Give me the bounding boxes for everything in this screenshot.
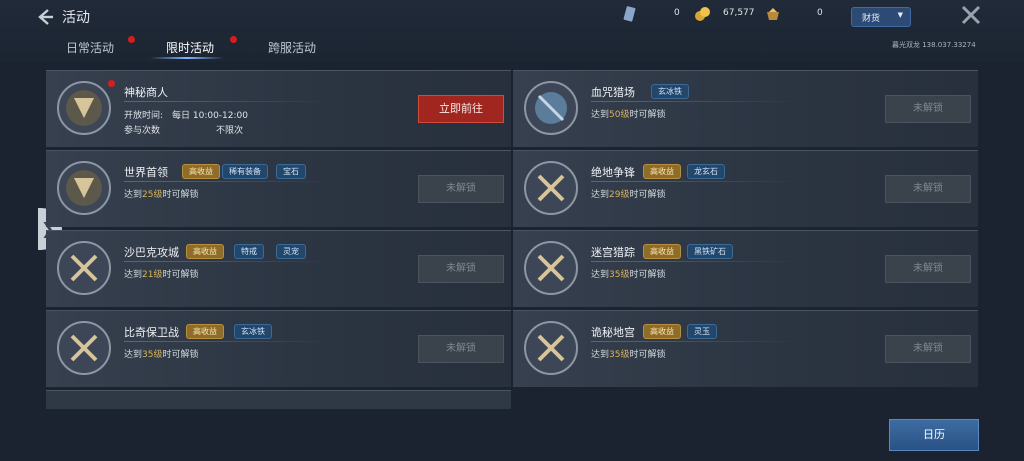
currency-dropdown[interactable]: 财货 ▼ [851, 7, 911, 27]
back-arrow-icon[interactable] [34, 6, 56, 28]
tab-limited[interactable]: 限时活动 [166, 39, 214, 56]
divider [591, 181, 801, 182]
divider [124, 261, 334, 262]
unlock-requirement: 达到35级时可解锁 [591, 350, 666, 360]
tag: 高收益 [186, 244, 224, 259]
activity-name: 诡秘地宫 [591, 326, 635, 339]
open-time-label: 开放时间: [124, 111, 164, 121]
card-red-dot [108, 80, 115, 87]
activity-list: 神秘商人 开放时间: 每日 10:00-12:00 参与次数 不限次 立即前往 … [46, 70, 979, 408]
activity-card-battle[interactable]: 绝地争锋 高收益 龙玄石 达到29级时可解锁 未解锁 [513, 150, 978, 227]
tag: 龙玄石 [687, 164, 725, 179]
unlock-requirement: 达到35级时可解锁 [591, 270, 666, 280]
locked-button[interactable]: 未解锁 [885, 175, 971, 203]
ticket-icon [622, 6, 638, 22]
activity-name: 神秘商人 [124, 86, 168, 99]
crossed-swords-icon [56, 320, 112, 376]
locked-button[interactable]: 未解锁 [418, 335, 504, 363]
tab-daily[interactable]: 日常活动 [66, 39, 114, 56]
unlock-requirement: 达到50级时可解锁 [591, 110, 666, 120]
activity-name: 血咒猎场 [591, 86, 635, 99]
open-time-value: 每日 10:00-12:00 [172, 111, 248, 121]
activity-card-defense[interactable]: 比奇保卫战 高收益 玄冰铁 达到35级时可解锁 未解锁 [46, 310, 511, 387]
go-now-button[interactable]: 立即前往 [418, 95, 504, 123]
tab-cross-server[interactable]: 跨服活动 [268, 39, 316, 56]
locked-button[interactable]: 未解锁 [885, 95, 971, 123]
demon-emblem-icon [56, 160, 112, 216]
activity-name: 比奇保卫战 [124, 326, 179, 339]
activity-name: 世界首领 [124, 166, 168, 179]
tab-active-indicator [150, 57, 224, 59]
close-icon[interactable] [960, 4, 982, 26]
calendar-button[interactable]: 日历 [889, 419, 979, 451]
unlock-requirement: 达到21级时可解锁 [124, 270, 199, 280]
crossed-swords-icon [523, 240, 579, 296]
currency-label: 财货 [862, 14, 881, 24]
gold-count: 67,577 [723, 8, 755, 18]
tab-daily-red-dot [128, 36, 135, 43]
unlock-requirement: 达到29级时可解锁 [591, 190, 666, 200]
server-info: 暮光双龙 138.037.33274 [892, 41, 976, 49]
divider [124, 341, 334, 342]
locked-button[interactable]: 未解锁 [418, 255, 504, 283]
tag: 高收益 [182, 164, 220, 179]
tag: 玄冰铁 [651, 84, 689, 99]
chevron-down-icon: ▼ [897, 11, 903, 19]
tag: 宝石 [276, 164, 306, 179]
participation-label: 参与次数 [124, 126, 161, 136]
gold-coin-icon [694, 6, 710, 22]
tag: 稀有装备 [222, 164, 268, 179]
ticket-count: 0 [674, 8, 680, 18]
tag: 高收益 [643, 244, 681, 259]
tag: 玄冰铁 [234, 324, 272, 339]
tag: 高收益 [643, 324, 681, 339]
activity-name: 绝地争锋 [591, 166, 635, 179]
activity-card-world-boss[interactable]: 世界首领 高收益 稀有装备 宝石 达到25级时可解锁 未解锁 [46, 150, 511, 227]
activity-card-siege[interactable]: 沙巴克攻城 高收益 特戒 灵宠 达到21级时可解锁 未解锁 [46, 230, 511, 307]
tag: 高收益 [643, 164, 681, 179]
crossed-swords-icon [523, 160, 579, 216]
tag: 高收益 [186, 324, 224, 339]
locked-button[interactable]: 未解锁 [885, 255, 971, 283]
unlock-requirement: 达到25级时可解锁 [124, 190, 199, 200]
tab-limited-red-dot [230, 36, 237, 43]
unlock-requirement: 达到35级时可解锁 [124, 350, 199, 360]
activity-card-palace[interactable]: 诡秘地宫 高收益 灵玉 达到35级时可解锁 未解锁 [513, 310, 978, 387]
tag: 黑铁矿石 [687, 244, 733, 259]
divider [591, 341, 801, 342]
activity-card-blood-hunt[interactable]: 血咒猎场 玄冰铁 达到50级时可解锁 未解锁 [513, 70, 978, 147]
partial-card [46, 390, 511, 409]
treasure-count: 0 [817, 8, 823, 18]
treasure-icon [765, 6, 781, 22]
tag: 灵宠 [276, 244, 306, 259]
activity-name: 沙巴克攻城 [124, 246, 179, 259]
tag: 灵玉 [687, 324, 717, 339]
locked-button[interactable]: 未解锁 [418, 175, 504, 203]
divider [591, 101, 801, 102]
crossed-swords-icon [56, 240, 112, 296]
crest-emblem-icon [523, 80, 579, 136]
crossed-swords-icon [523, 320, 579, 376]
activity-card-mystery-merchant[interactable]: 神秘商人 开放时间: 每日 10:00-12:00 参与次数 不限次 立即前往 [46, 70, 511, 147]
divider [124, 101, 334, 102]
divider [591, 261, 801, 262]
page-title: 活动 [62, 10, 90, 26]
divider [124, 181, 334, 182]
demon-emblem-icon [56, 80, 112, 136]
locked-button[interactable]: 未解锁 [885, 335, 971, 363]
activity-card-maze[interactable]: 迷宫猎踪 高收益 黑铁矿石 达到35级时可解锁 未解锁 [513, 230, 978, 307]
activity-name: 迷宫猎踪 [591, 246, 635, 259]
participation-value: 不限次 [216, 126, 244, 136]
tag: 特戒 [234, 244, 264, 259]
